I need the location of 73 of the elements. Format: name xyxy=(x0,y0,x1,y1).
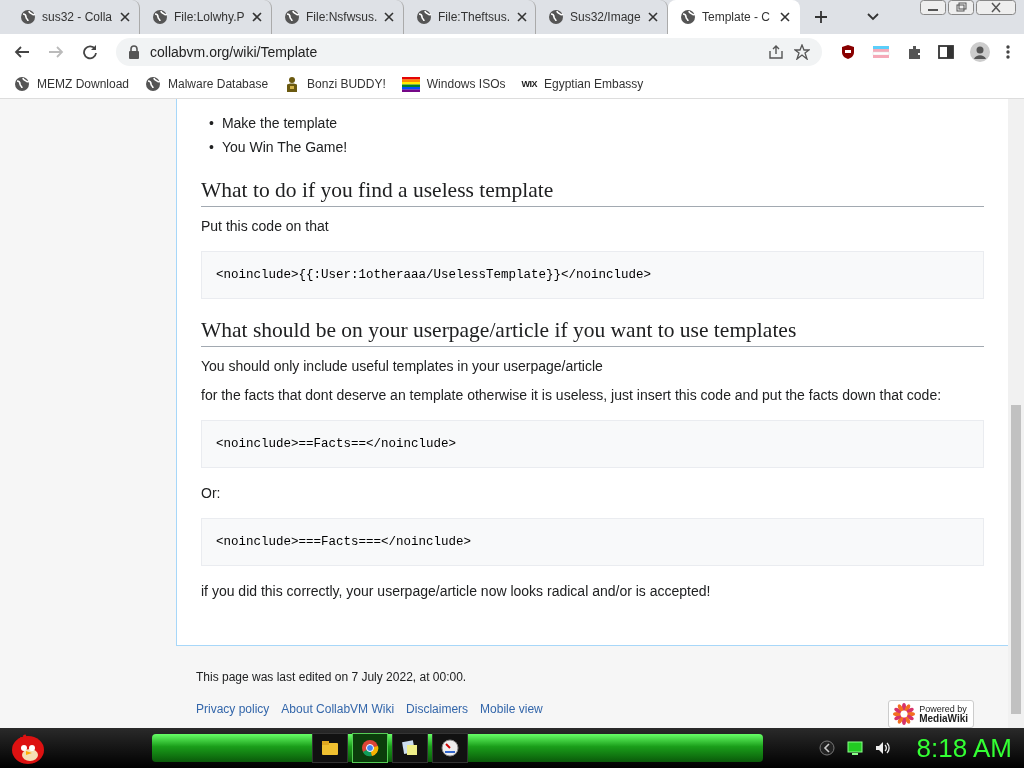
code-block: <noinclude>===Facts===</noinclude> xyxy=(201,518,984,566)
close-icon[interactable] xyxy=(383,11,396,23)
list-item: Make the template xyxy=(221,114,338,133)
browser-icon xyxy=(360,738,380,758)
bookmark-link[interactable]: Egyptian Embassy xyxy=(544,77,644,91)
puzzle-icon[interactable] xyxy=(906,44,922,60)
flower-icon xyxy=(893,703,916,725)
lock-icon xyxy=(128,45,140,59)
paragraph: Or: xyxy=(201,484,222,503)
globe-icon xyxy=(14,76,30,92)
footer-link[interactable]: About CollabVM Wiki xyxy=(281,702,395,716)
back-icon[interactable] xyxy=(14,44,30,60)
side-panel-icon[interactable] xyxy=(938,44,954,60)
chevron-left-icon[interactable] xyxy=(818,740,835,756)
paragraph: Put this code on that xyxy=(201,217,330,236)
speaker-icon[interactable] xyxy=(874,740,891,756)
section-heading: What should be on your userpage/article if you want to use templates xyxy=(201,317,984,347)
share-icon[interactable] xyxy=(768,44,784,60)
menu-icon[interactable] xyxy=(1006,44,1010,60)
footer-link[interactable]: Mobile view xyxy=(480,702,543,716)
last-edited-text: This page was last edited on 7 July 2022, at 00:00. xyxy=(196,670,468,684)
shield-icon[interactable] xyxy=(840,44,856,60)
restore-icon[interactable] xyxy=(948,0,974,15)
browser-tab[interactable]: Template - C xyxy=(668,0,800,34)
folder-icon xyxy=(320,738,340,758)
close-window-icon[interactable] xyxy=(976,0,1016,15)
close-icon[interactable] xyxy=(647,11,659,23)
footer-link[interactable]: Privacy policy xyxy=(196,702,270,716)
scrollbar[interactable] xyxy=(1008,99,1024,728)
logo-text: WIX xyxy=(521,79,537,89)
list-item: You Win The Game! xyxy=(221,138,348,157)
bookmark-link[interactable]: Malware Database xyxy=(168,77,269,91)
footer-link[interactable]: Disclaimers xyxy=(406,702,469,716)
star-icon[interactable] xyxy=(794,44,810,60)
powered-by-badge[interactable]: Powered by MediaWiki xyxy=(888,700,974,728)
notes-icon xyxy=(400,738,420,758)
clock[interactable]: 8:18 AM xyxy=(916,732,1012,764)
code-block: <noinclude>==Facts==</noinclude> xyxy=(201,420,984,468)
reload-icon[interactable] xyxy=(82,44,98,60)
globe-icon xyxy=(548,9,564,25)
globe-icon xyxy=(152,9,168,25)
taskbar-button[interactable] xyxy=(432,733,468,763)
globe-icon xyxy=(20,9,36,25)
globe-icon xyxy=(145,76,162,92)
taskbar-button[interactable] xyxy=(312,733,348,763)
bookmark-link[interactable]: Windows ISOs xyxy=(426,77,506,91)
address-bar[interactable]: collabvm.org/wiki/Template xyxy=(116,38,822,66)
section-heading: What to do if you find a useless template xyxy=(201,177,984,207)
gauge-icon xyxy=(440,738,460,758)
bullet-marker: • xyxy=(209,114,214,133)
bookmark-link[interactable]: Bonzi BUDDY! xyxy=(307,77,386,91)
paragraph: for the facts that dont deserve an template otherwise it is useless, just insert this code and put the facts down that code: xyxy=(201,386,943,405)
globe-icon xyxy=(284,9,300,25)
close-icon[interactable] xyxy=(119,11,131,23)
badge-text: Powered by xyxy=(919,704,968,714)
minimize-icon[interactable] xyxy=(920,0,946,15)
bullet-marker: • xyxy=(209,138,214,157)
globe-icon xyxy=(416,9,432,25)
close-icon[interactable] xyxy=(516,11,529,23)
avatar-icon[interactable] xyxy=(970,42,990,62)
monitor-icon[interactable] xyxy=(846,740,863,756)
new-tab-icon[interactable] xyxy=(814,10,828,24)
code-block: <noinclude>{{:User:1otheraaa/UselessTemplate}}</noinclude> xyxy=(201,251,984,299)
paragraph: if you did this correctly, your userpage/article now looks radical and/or is accepted! xyxy=(201,582,712,601)
taskbar-button[interactable] xyxy=(392,733,428,763)
badge-text: MediaWiki xyxy=(919,713,968,724)
taskbar-button[interactable] xyxy=(352,733,388,763)
bookmark-link[interactable]: MEMZ Download xyxy=(37,77,130,91)
paragraph: You should only include useful templates in your userpage/article xyxy=(201,357,604,376)
close-icon[interactable] xyxy=(251,11,263,23)
rainbow-flag-icon xyxy=(401,76,420,92)
close-icon[interactable] xyxy=(779,11,791,23)
globe-icon xyxy=(680,9,696,25)
